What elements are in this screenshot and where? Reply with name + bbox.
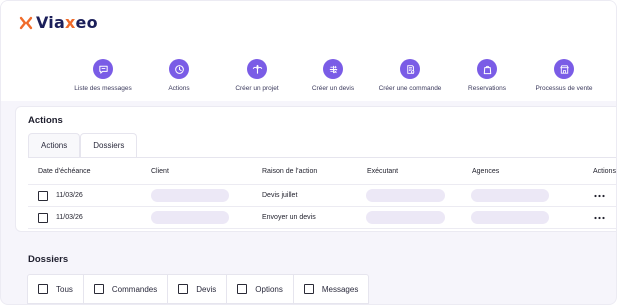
executor-placeholder	[366, 189, 445, 202]
actions-card-title: Actions	[28, 115, 63, 126]
tab-actions[interactable]: Actions	[28, 133, 81, 157]
due-date: 11/03/26	[56, 192, 83, 199]
column-header-actions: Actions	[593, 167, 616, 175]
more-horizontal-icon[interactable]	[594, 216, 605, 220]
app-frame: Viaxeo Liste des messages Actions Créer …	[0, 0, 617, 305]
actions-table: Date d’échéance Client Raison de l’actio…	[28, 157, 616, 229]
calculator-icon	[323, 59, 343, 79]
filter-checkbox[interactable]	[93, 284, 104, 294]
shortcut-label: Processus de vente	[535, 85, 593, 92]
dossiers-title: Dossiers	[28, 254, 69, 265]
palm-tree-icon	[247, 59, 267, 79]
column-header-client[interactable]: Client	[151, 158, 169, 184]
agency-cell	[471, 185, 549, 206]
client-placeholder	[151, 189, 229, 202]
agency-placeholder	[471, 189, 549, 202]
filter-messages[interactable]: Messages	[294, 275, 368, 303]
storefront-icon	[554, 59, 574, 79]
filter-checkbox[interactable]	[178, 284, 189, 294]
reason-cell: Devis juillet	[262, 192, 298, 199]
filter-label: Commandes	[111, 284, 158, 294]
client-cell	[151, 207, 229, 228]
order-document-icon	[400, 59, 420, 79]
row-menu-cell	[594, 207, 605, 228]
due-date-cell: 11/03/26	[38, 185, 83, 206]
header: Viaxeo Liste des messages Actions Créer …	[1, 1, 616, 101]
logo[interactable]: Viaxeo	[19, 13, 98, 32]
table-header-row: Date d’échéance Client Raison de l’actio…	[28, 158, 616, 185]
table-row[interactable]: 11/03/26 Devis juillet	[28, 185, 616, 207]
brand-mark-icon	[19, 16, 33, 30]
executor-placeholder	[366, 211, 445, 224]
filter-checkbox[interactable]	[38, 284, 48, 294]
row-checkbox[interactable]	[38, 212, 48, 223]
filter-label: Messages	[321, 284, 359, 294]
due-date: 11/03/26	[56, 214, 83, 221]
reason-cell: Envoyer un devis	[262, 214, 316, 221]
brand-name: Viaxeo	[36, 13, 98, 32]
row-checkbox[interactable]	[38, 190, 48, 201]
executor-cell	[366, 207, 445, 228]
row-menu-cell	[594, 185, 605, 206]
actions-tabs: Actions Dossiers	[28, 133, 138, 157]
bag-icon	[477, 59, 497, 79]
dossiers-filter-bar: Tous Commandes Devis Options Messages	[27, 274, 370, 304]
brand-suffix: eo	[75, 13, 98, 32]
actions-card: Actions Actions Dossiers Date d’échéance…	[15, 106, 616, 232]
filter-options[interactable]: Options	[227, 275, 294, 303]
shortcut-bar: Liste des messages Actions Créer un proj…	[1, 59, 616, 95]
filter-all[interactable]: Tous	[28, 275, 84, 303]
agency-cell	[471, 207, 549, 228]
filter-checkbox[interactable]	[237, 284, 248, 294]
message-icon	[93, 59, 113, 79]
filter-orders[interactable]: Commandes	[84, 275, 169, 303]
table-row[interactable]: 11/03/26 Envoyer un devis	[28, 207, 616, 229]
executor-cell	[366, 185, 445, 206]
column-header-agencies[interactable]: Agences	[472, 158, 499, 184]
filter-checkbox[interactable]	[303, 284, 314, 294]
client-cell	[151, 185, 229, 206]
clock-icon	[169, 59, 189, 79]
agency-placeholder	[471, 211, 549, 224]
filter-label: Devis	[196, 284, 217, 294]
filter-quotes[interactable]: Devis	[168, 275, 228, 303]
filter-label: Tous	[56, 284, 73, 294]
shortcut-actions[interactable]: Actions	[134, 59, 224, 92]
due-date-cell: 11/03/26	[38, 207, 83, 228]
shortcut-label: Actions	[168, 85, 190, 92]
more-horizontal-icon[interactable]	[594, 194, 605, 198]
column-header-due-date[interactable]: Date d’échéance	[38, 158, 91, 184]
column-header-reason[interactable]: Raison de l’action	[262, 158, 317, 184]
tab-dossiers[interactable]: Dossiers	[80, 133, 138, 157]
column-header-executor[interactable]: Exécutant	[367, 158, 398, 184]
filter-label: Options	[255, 284, 283, 294]
shortcut-sales-process[interactable]: Processus de vente	[519, 59, 609, 92]
client-placeholder	[151, 211, 229, 224]
brand-prefix: Via	[36, 13, 65, 32]
brand-x: x	[64, 13, 76, 32]
